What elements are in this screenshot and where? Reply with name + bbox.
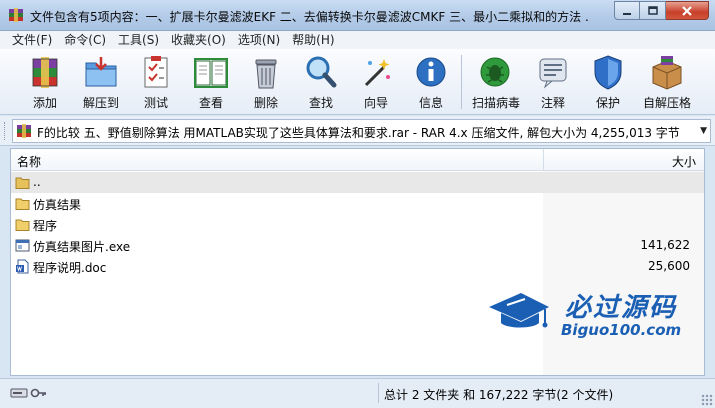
file-name: 程序说明.doc bbox=[33, 261, 107, 275]
file-name: 仿真结果 bbox=[33, 198, 82, 212]
comment-label: 注释 bbox=[540, 96, 565, 110]
protect-label: 保护 bbox=[595, 96, 620, 110]
folder-up-icon bbox=[15, 177, 30, 189]
wizard-wand-icon bbox=[364, 59, 390, 87]
file-list[interactable]: 名称 大小 .. 仿真结果 程序 仿真结果图片.exe 141,622 程序说明… bbox=[10, 148, 705, 376]
find-label: 查找 bbox=[308, 96, 333, 110]
close-button[interactable] bbox=[666, 1, 709, 20]
address-bar: F的比较 五、野值剔除算法 用MATLAB实现了这些具体算法和要求.rar - … bbox=[0, 116, 715, 146]
status-bar: 总计 2 文件夹 和 167,222 字节(2 个文件) bbox=[0, 378, 715, 408]
file-size: 25,600 bbox=[648, 259, 690, 273]
menu-options[interactable]: 选项(N) bbox=[232, 31, 286, 49]
view-label: 查看 bbox=[198, 96, 223, 110]
view-book-icon bbox=[194, 58, 228, 88]
magnifier-icon bbox=[306, 56, 337, 88]
resize-grip[interactable] bbox=[701, 394, 713, 406]
graduation-cap-icon bbox=[489, 293, 549, 328]
minimize-button[interactable] bbox=[614, 1, 640, 20]
file-name: .. bbox=[33, 175, 41, 189]
watermark: 必过源码 Biguo100.com bbox=[487, 285, 692, 341]
drive-key-icon[interactable] bbox=[10, 385, 48, 401]
add-archive-icon bbox=[32, 57, 58, 88]
column-header-size[interactable]: 大小 bbox=[672, 153, 696, 170]
menu-help[interactable]: 帮助(H) bbox=[286, 31, 340, 49]
close-icon bbox=[682, 5, 692, 16]
list-item[interactable]: 仿真结果图片.exe 141,622 bbox=[11, 235, 704, 256]
delete-label: 删除 bbox=[253, 96, 278, 110]
list-item[interactable]: 程序 bbox=[11, 214, 704, 235]
menu-commands[interactable]: 命令(C) bbox=[58, 31, 112, 49]
folder-icon bbox=[15, 198, 30, 210]
scan-virus-label: 扫描病毒 bbox=[472, 96, 521, 110]
trash-icon bbox=[255, 59, 277, 89]
list-item[interactable]: .. bbox=[11, 172, 704, 193]
maximize-button[interactable] bbox=[640, 1, 666, 20]
file-size: 141,622 bbox=[640, 238, 690, 252]
sfx-label: 自解压格 bbox=[642, 96, 691, 110]
comment-icon bbox=[539, 58, 567, 89]
exe-file-icon bbox=[15, 239, 30, 252]
file-name: 仿真结果图片.exe bbox=[33, 240, 131, 254]
extract-to-button[interactable]: 解压到 bbox=[78, 53, 124, 111]
info-button[interactable]: 信息 bbox=[408, 53, 454, 111]
column-divider[interactable] bbox=[543, 149, 544, 171]
find-button[interactable]: 查找 bbox=[298, 53, 344, 111]
archive-path: F的比较 五、野值剔除算法 用MATLAB实现了这些具体算法和要求.rar - … bbox=[37, 126, 680, 140]
title-bar: 文件包含有5项内容：一、扩展卡尔曼滤波EKF 二、去偏转换卡尔曼滤波CMKF 三… bbox=[0, 0, 715, 31]
menu-bar: 文件(F) 命令(C) 工具(S) 收藏夹(O) 选项(N) 帮助(H) bbox=[0, 31, 715, 49]
minimize-icon bbox=[623, 12, 631, 15]
chevron-down-icon[interactable]: ▼ bbox=[700, 126, 707, 136]
menu-favorites[interactable]: 收藏夹(O) bbox=[165, 31, 232, 49]
sfx-button[interactable]: 自解压格 bbox=[640, 53, 694, 111]
wizard-button[interactable]: 向导 bbox=[353, 53, 399, 111]
menu-tools[interactable]: 工具(S) bbox=[112, 31, 165, 49]
info-icon bbox=[416, 57, 446, 87]
watermark-subtitle: Biguo100.com bbox=[561, 321, 682, 339]
extract-to-label: 解压到 bbox=[82, 96, 119, 110]
scan-virus-button[interactable]: 扫描病毒 bbox=[472, 53, 521, 111]
folder-icon bbox=[15, 219, 30, 231]
winrar-icon[interactable] bbox=[8, 7, 24, 23]
test-label: 测试 bbox=[143, 96, 168, 110]
delete-button[interactable]: 删除 bbox=[243, 53, 289, 111]
toolbar: 添加 解压到 测试 查看 删除 查找 向导 信息 扫描病毒 注释 保护 自解压格 bbox=[0, 49, 715, 115]
info-label: 信息 bbox=[418, 96, 443, 110]
add-button[interactable]: 添加 bbox=[22, 53, 68, 111]
virus-scan-icon bbox=[480, 57, 510, 87]
status-summary: 总计 2 文件夹 和 167,222 字节(2 个文件) bbox=[384, 388, 614, 402]
rar-archive-icon bbox=[17, 124, 31, 138]
menu-file[interactable]: 文件(F) bbox=[6, 31, 58, 49]
window-title: 文件包含有5项内容：一、扩展卡尔曼滤波EKF 二、去偏转换卡尔曼滤波CMKF 三… bbox=[30, 10, 590, 24]
list-item[interactable]: 程序说明.doc 25,600 bbox=[11, 256, 704, 277]
address-grip bbox=[4, 122, 7, 140]
maximize-icon bbox=[647, 5, 658, 15]
view-button[interactable]: 查看 bbox=[188, 53, 234, 111]
toolbar-separator bbox=[461, 55, 462, 109]
comment-button[interactable]: 注释 bbox=[530, 53, 576, 111]
list-item[interactable]: 仿真结果 bbox=[11, 193, 704, 214]
doc-file-icon bbox=[16, 259, 29, 274]
protect-button[interactable]: 保护 bbox=[585, 53, 631, 111]
column-header: 名称 大小 bbox=[11, 149, 704, 171]
extract-to-icon bbox=[85, 57, 117, 87]
column-header-name[interactable]: 名称 bbox=[17, 153, 41, 170]
test-icon bbox=[144, 56, 168, 88]
test-button[interactable]: 测试 bbox=[133, 53, 179, 111]
file-name: 程序 bbox=[33, 219, 58, 233]
shield-icon bbox=[594, 55, 622, 90]
sfx-box-icon bbox=[652, 56, 682, 90]
watermark-title: 必过源码 bbox=[565, 293, 678, 323]
status-divider bbox=[378, 383, 379, 403]
add-label: 添加 bbox=[32, 96, 57, 110]
wizard-label: 向导 bbox=[363, 96, 388, 110]
path-field[interactable]: F的比较 五、野值剔除算法 用MATLAB实现了这些具体算法和要求.rar - … bbox=[12, 119, 711, 143]
